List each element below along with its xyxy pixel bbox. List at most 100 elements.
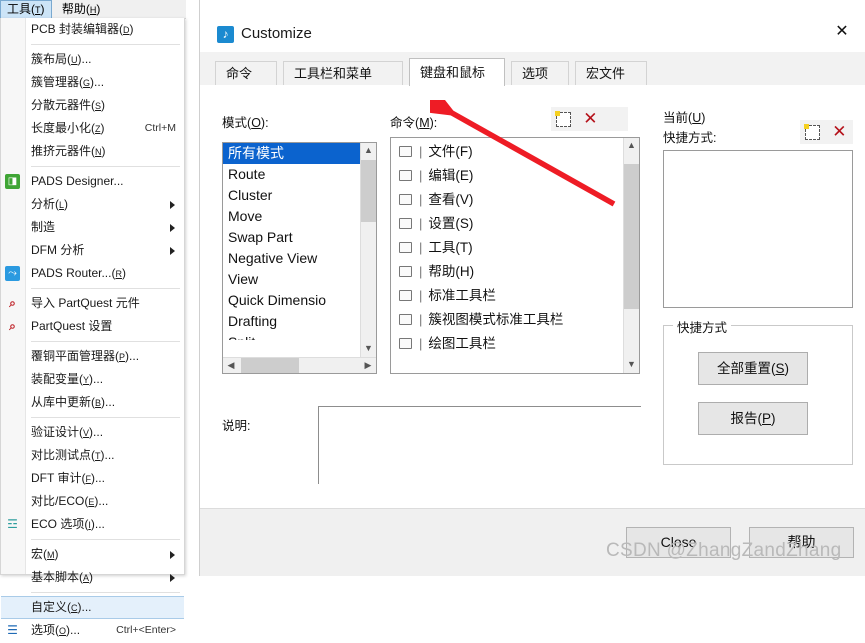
scroll-thumb[interactable] — [361, 160, 376, 222]
tree-divider: | — [419, 168, 423, 183]
menu-item-4[interactable]: 分散元器件(S) — [1, 94, 184, 117]
reset-all-label: 全部重置 — [716, 361, 771, 376]
scroll-left-icon[interactable]: ◀ — [223, 358, 239, 373]
mode-vertical-scrollbar[interactable]: ▲ ▼ — [360, 143, 376, 357]
menu-item-8[interactable]: ◨ PADS Designer... — [1, 170, 184, 193]
menu-item-0[interactable]: PCB 封装编辑器(D) — [1, 18, 184, 41]
pads-router-icon: ⤳ — [5, 266, 20, 281]
menu-item-3[interactable]: 簇管理器(G)... — [1, 71, 184, 94]
mode-listbox[interactable]: 所有模式 Route Cluster Move Swap Part Negative Vi… — [222, 142, 377, 374]
mode-list-item-partial[interactable]: Split — [223, 332, 360, 340]
new-icon[interactable] — [800, 120, 824, 144]
tab-label: 宏文件 — [586, 66, 626, 81]
menubar-item-help[interactable]: 帮助(H) — [55, 0, 108, 19]
mode-list-item-0[interactable]: 所有模式 — [223, 143, 360, 164]
menu-item-14[interactable]: ⌕ 导入 PartQuest 元件 — [1, 292, 184, 315]
mode-label: 模式(O): — [222, 116, 269, 130]
command-list-item-1[interactable]: | 编辑(E) — [391, 164, 623, 188]
command-list-item-8[interactable]: | 绘图工具栏 — [391, 332, 623, 356]
tree-divider: | — [419, 264, 423, 279]
reset-all-button[interactable]: 全部重置(S) — [698, 352, 808, 385]
scroll-down-icon[interactable]: ▼ — [361, 341, 376, 357]
mode-list-item-2[interactable]: Cluster — [223, 185, 360, 206]
command-list-item-7[interactable]: | 簇视图模式标准工具栏 — [391, 308, 623, 332]
command-label: 命令(M): — [390, 116, 438, 130]
menu-item-31[interactable]: ☰ 选项(O)... Ctrl+<Enter> — [1, 619, 184, 642]
menu-separator — [1, 414, 184, 421]
command-item-label: 编辑(E) — [428, 168, 474, 183]
command-list-item-3[interactable]: | 设置(S) — [391, 212, 623, 236]
report-button[interactable]: 报告(P) — [698, 402, 808, 435]
current-shortcut-listbox[interactable] — [663, 150, 853, 308]
menu-item-22[interactable]: 对比测试点(T)... — [1, 444, 184, 467]
menu-item-21[interactable]: 验证设计(V)... — [1, 421, 184, 444]
menu-item-24[interactable]: 对比/ECO(E)... — [1, 490, 184, 513]
menu-item-label: 导入 PartQuest 元件 — [31, 296, 140, 310]
mode-list-item-8[interactable]: Drafting — [223, 311, 360, 332]
menu-item-28[interactable]: 基本脚本(A) — [1, 566, 184, 589]
menu-item-9[interactable]: 分析(L) — [1, 193, 184, 216]
scroll-up-icon[interactable]: ▲ — [361, 143, 376, 159]
scroll-thumb[interactable] — [624, 164, 639, 309]
menu-item-suffix: ... — [93, 425, 104, 439]
menu-separator — [1, 589, 184, 596]
mode-list-item-7[interactable]: Quick Dimensio — [223, 290, 360, 311]
command-list-item-4[interactable]: | 工具(T) — [391, 236, 623, 260]
menu-item-18[interactable]: 装配变量(Y)... — [1, 368, 184, 391]
tab-2[interactable]: 键盘和鼠标 — [409, 58, 505, 86]
new-icon[interactable] — [551, 107, 575, 131]
scroll-thumb-h[interactable] — [241, 358, 299, 373]
menu-item-label: 基本脚本 — [31, 570, 80, 584]
tab-0[interactable]: 命令 — [215, 61, 277, 85]
menu-item-30[interactable]: 自定义(C)... — [1, 596, 184, 619]
menu-item-mnemonic: (S) — [91, 98, 106, 112]
customize-dialog: ♪ Customize ✕ 命令 工具栏和菜单 键盘和鼠标 选项 宏文件 模式(O): … — [199, 0, 865, 576]
menu-item-17[interactable]: 覆铜平面管理器(P)... — [1, 345, 184, 368]
command-vertical-scrollbar[interactable]: ▲ ▼ — [623, 138, 639, 373]
tab-4[interactable]: 宏文件 — [575, 61, 647, 85]
mode-list-item-4[interactable]: Swap Part — [223, 227, 360, 248]
menu-item-11[interactable]: DFM 分析 — [1, 239, 184, 262]
command-list-item-5[interactable]: | 帮助(H) — [391, 260, 623, 284]
mode-list-item-6[interactable]: View — [223, 269, 360, 290]
delete-icon[interactable]: ✕ — [578, 107, 602, 131]
tab-1[interactable]: 工具栏和菜单 — [283, 61, 403, 85]
mode-horizontal-scrollbar[interactable]: ◀ ▶ — [223, 357, 376, 373]
menubar-item-tools[interactable]: 工具(T) — [0, 0, 52, 19]
command-list-item-2[interactable]: | 查看(V) — [391, 188, 623, 212]
scroll-up-icon[interactable]: ▲ — [624, 138, 639, 154]
menu-item-label: 验证设计 — [31, 425, 80, 439]
menu-item-15[interactable]: ⌕ PartQuest 设置 — [1, 315, 184, 338]
menu-item-12[interactable]: ⤳ PADS Router...(R) — [1, 262, 184, 285]
menu-item-25[interactable]: ☲ ECO 选项(I)... — [1, 513, 184, 536]
menu-item-19[interactable]: 从库中更新(B)... — [1, 391, 184, 414]
menu-item-6[interactable]: 推挤元器件(N) — [1, 140, 184, 163]
tab-3[interactable]: 选项 — [511, 61, 569, 85]
menu-item-mnemonic: (B) — [91, 395, 106, 409]
dialog-body: 模式(O): 所有模式 Route Cluster Move Swap Part Nega… — [200, 85, 865, 509]
mode-list-item-1[interactable]: Route — [223, 164, 360, 185]
menu-item-23[interactable]: DFT 审计(F)... — [1, 467, 184, 490]
scroll-down-icon[interactable]: ▼ — [624, 357, 639, 373]
menu-item-10[interactable]: 制造 — [1, 216, 184, 239]
description-textbox[interactable] — [318, 406, 641, 484]
scroll-right-icon[interactable]: ▶ — [360, 358, 376, 373]
mode-list-item-5[interactable]: Negative View — [223, 248, 360, 269]
delete-icon[interactable]: ✕ — [827, 120, 851, 144]
current-shortcut-label-line1: 当前(U) — [663, 111, 706, 125]
command-list-item-6[interactable]: | 标准工具栏 — [391, 284, 623, 308]
menu-item-27[interactable]: 宏(M) — [1, 543, 184, 566]
mode-list-item-3[interactable]: Move — [223, 206, 360, 227]
menu-item-label: 长度最小化 — [31, 121, 92, 135]
menu-item-suffix: ... — [93, 372, 104, 386]
command-list-item-0[interactable]: | 文件(F) — [391, 140, 623, 164]
menu-item-5[interactable]: 长度最小化(Z) Ctrl+M — [1, 117, 184, 140]
menu-item-mnemonic: (F) — [81, 471, 95, 485]
command-item-label: 查看(V) — [428, 192, 474, 207]
command-listbox[interactable]: | 文件(F) | 编辑(E) | 查看(V) | 设置(S) | 工具(T) | 帮助(H) | 标准工… — [390, 137, 640, 374]
tab-strip: 命令 工具栏和菜单 键盘和鼠标 选项 宏文件 — [200, 52, 865, 86]
close-icon[interactable]: ✕ — [828, 20, 856, 44]
menu-item-2[interactable]: 簇布局(U)... — [1, 48, 184, 71]
menu-item-mnemonic: (E) — [84, 494, 99, 508]
menu-item-mnemonic: (U) — [67, 52, 82, 66]
